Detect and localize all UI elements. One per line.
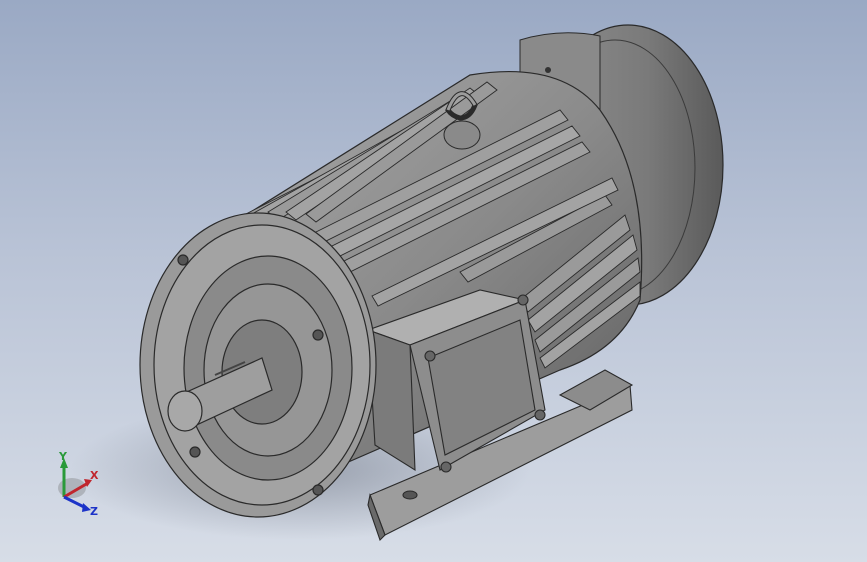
x-axis-label: X: [90, 469, 99, 482]
coordinate-triad: [58, 458, 92, 512]
graphics-viewport[interactable]: Y X Z: [0, 0, 867, 562]
z-axis-label: Z: [90, 505, 98, 518]
y-axis-label: Y: [59, 450, 67, 463]
